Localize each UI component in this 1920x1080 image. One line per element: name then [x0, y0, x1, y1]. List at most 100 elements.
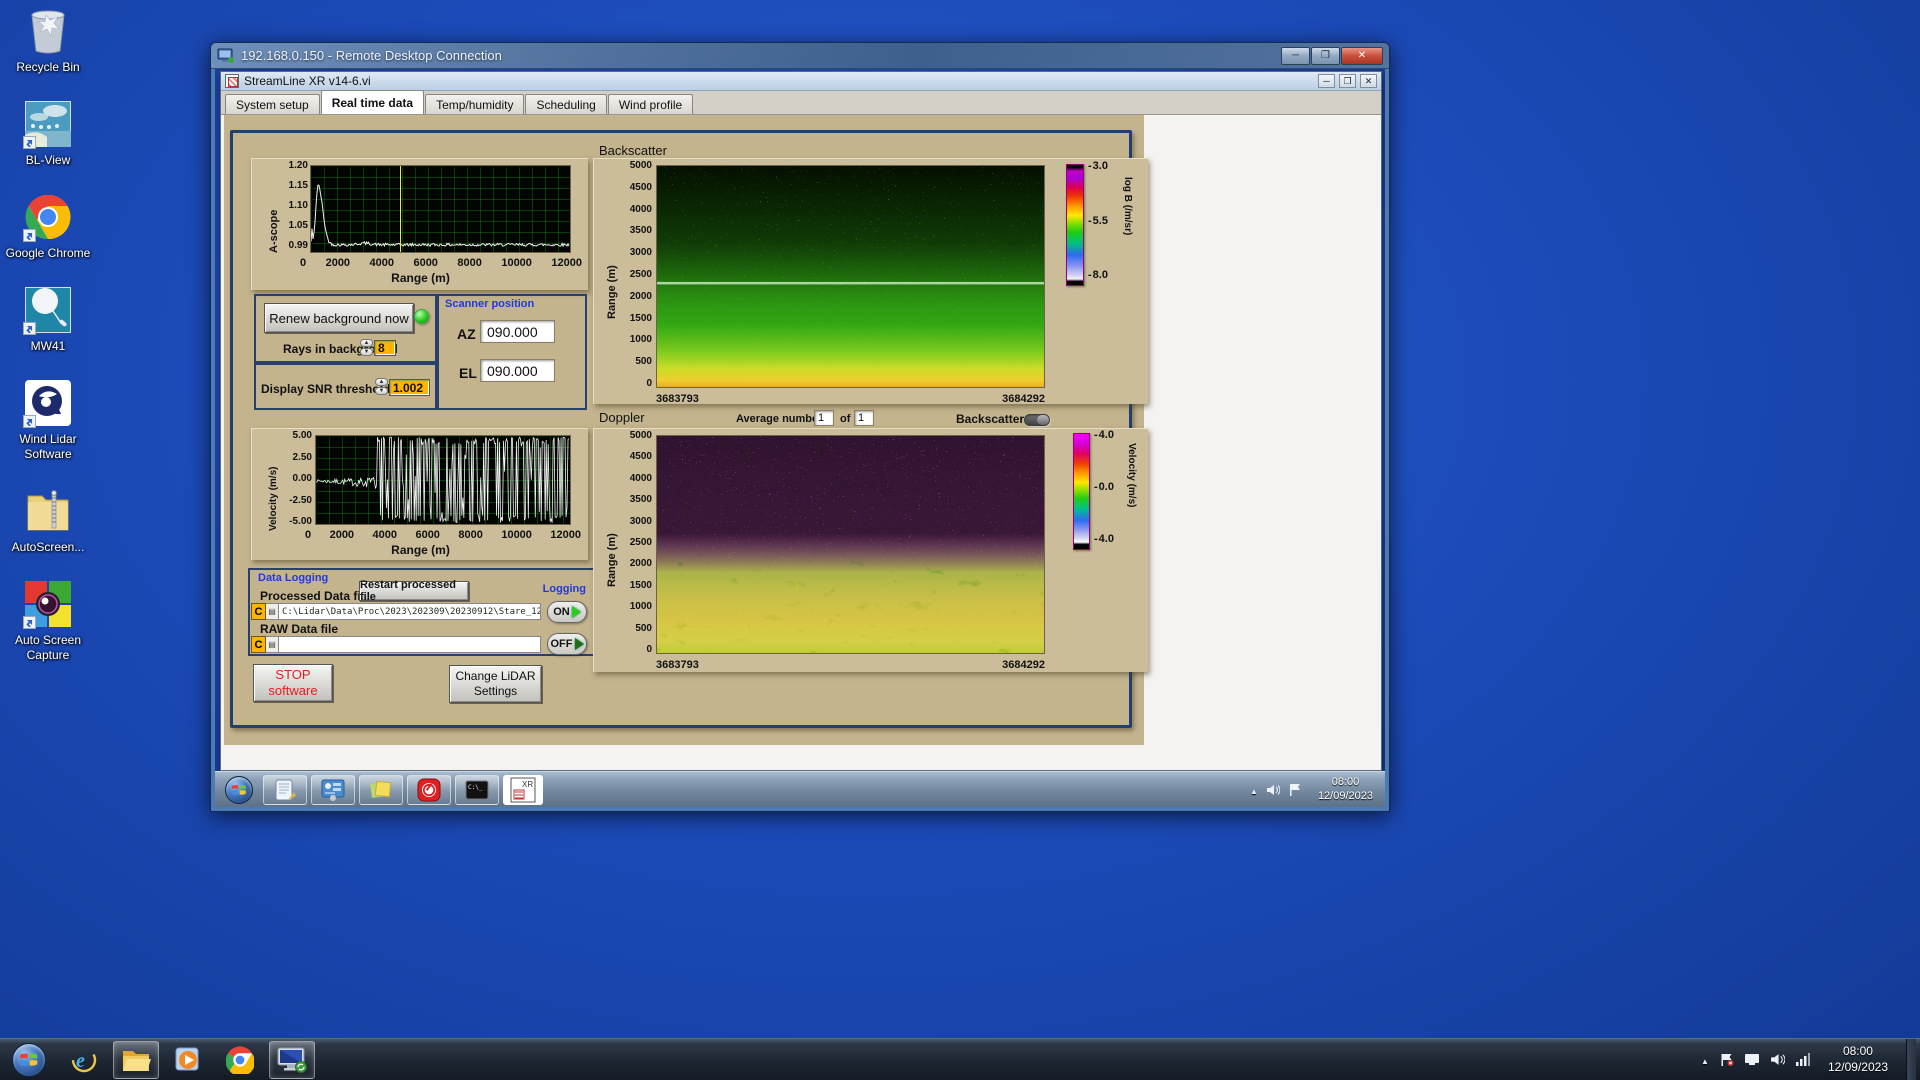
tab-real-time-data[interactable]: Real time data — [320, 90, 425, 114]
tick-label: 0 — [300, 257, 307, 269]
browse-icon[interactable]: ▤ — [266, 636, 279, 653]
average-number-field[interactable]: 1 — [814, 410, 834, 426]
action-center-flag-icon[interactable] — [1719, 1053, 1734, 1066]
wind-lidar-icon — [23, 378, 73, 428]
snr-label: Display SNR threshold — [261, 382, 391, 396]
tick-label: 8000 — [457, 257, 482, 269]
taskbar-media-player[interactable] — [165, 1041, 211, 1079]
remote-volume-icon[interactable] — [1266, 784, 1280, 796]
taskbar-remote-desktop[interactable] — [269, 1040, 315, 1079]
rays-value-field[interactable]: 8 — [374, 340, 396, 356]
tab-scheduling[interactable]: Scheduling — [525, 94, 607, 114]
rdp-app-icon — [217, 48, 234, 63]
backscatter-doppler-toggle[interactable] — [1024, 414, 1050, 426]
tick-label: 5000 — [629, 160, 652, 171]
desktop-icon-mw41[interactable]: MW41 — [2, 285, 94, 354]
raw-logging-off-button[interactable]: OFF — [547, 633, 587, 655]
doppler-graph: Range (m) 5000 4500 4000 3500 3000 2500 2000 15… — [593, 428, 1148, 672]
tick-label: 2.50 — [292, 451, 312, 463]
remote-start-button[interactable] — [225, 775, 253, 804]
tick-label: 1000 — [629, 601, 652, 613]
change-lidar-settings-button[interactable]: Change LiDAR Settings — [449, 665, 542, 703]
remote-taskbar-shutdown-tool[interactable] — [407, 774, 451, 805]
app-maximize-button[interactable] — [1339, 74, 1356, 88]
renew-background-button[interactable]: Renew background now — [264, 303, 414, 333]
desktop-icon-bl-view[interactable]: BL-View — [2, 99, 94, 168]
average-total-field[interactable]: 1 — [854, 410, 874, 426]
desktop-icon-autoscreen-zip[interactable]: AutoScreen... — [2, 486, 94, 555]
browse-icon[interactable]: ▤ — [266, 603, 279, 620]
remote-taskbar-command-prompt[interactable]: C:\_ — [455, 774, 499, 805]
tick-label: 4000 — [629, 472, 652, 484]
network-icon[interactable] — [1795, 1053, 1810, 1066]
host-taskbar: e 08:00 12/09/2023 — [0, 1038, 1920, 1080]
scanner-position-box: Scanner position AZ 090.000 EL 090.000 — [437, 294, 587, 410]
snr-spinner[interactable]: ▲ ▼ — [375, 378, 388, 395]
backscatter-heatmap — [656, 165, 1045, 388]
taskbar-internet-explorer[interactable]: e — [61, 1041, 107, 1079]
remote-taskbar-sticky-notes[interactable] — [359, 774, 403, 805]
shortcut-arrow-icon — [23, 136, 36, 149]
stop-software-button[interactable]: STOP software — [253, 664, 333, 702]
show-desktop-button[interactable] — [1906, 1039, 1916, 1080]
az-value-field[interactable]: 090.000 — [480, 320, 555, 343]
tab-wind-profile[interactable]: Wind profile — [607, 94, 694, 114]
tick-label: 4000 — [369, 257, 394, 269]
folder-icon — [123, 1050, 151, 1071]
tab-temp-humidity[interactable]: Temp/humidity — [425, 94, 525, 114]
raw-path-field[interactable] — [279, 636, 541, 653]
snr-box: Display SNR threshold ▲ ▼ 1.002 — [254, 363, 437, 410]
processed-logging-on-button[interactable]: ON — [547, 601, 587, 623]
velocity-plot-area — [315, 435, 571, 525]
tick-label: 3.0 — [1088, 161, 1108, 172]
start-button[interactable] — [12, 1042, 46, 1077]
command-prompt-icon: C:\_ — [465, 780, 489, 799]
backscatter-colorbar-title: log B (/m/sr) — [1122, 177, 1133, 236]
rdp-session-tray-icon[interactable] — [1744, 1053, 1760, 1066]
app-close-button[interactable] — [1360, 74, 1377, 88]
tab-strip: System setup Real time data Temp/humidit… — [221, 90, 1381, 115]
remote-clock[interactable]: 08:00 12/09/2023 — [1310, 776, 1381, 804]
rdp-close-button[interactable] — [1341, 46, 1383, 65]
desktop-icon-google-chrome[interactable]: Google Chrome — [2, 192, 94, 261]
tick-label: -2.50 — [289, 494, 312, 506]
power-icon — [417, 778, 441, 801]
taskbar-windows-explorer[interactable] — [113, 1040, 159, 1079]
snr-value-field[interactable]: 1.002 — [389, 379, 430, 396]
taskbar-chrome[interactable] — [217, 1041, 263, 1079]
app-minimize-button[interactable] — [1318, 74, 1335, 88]
tick-label: 0.99 — [288, 240, 308, 251]
tab-system-setup[interactable]: System setup — [225, 94, 320, 114]
chrome-icon — [23, 192, 73, 242]
desktop-icon-wind-lidar[interactable]: Wind Lidar Software — [2, 378, 94, 462]
raw-path-row: C ▤ — [251, 636, 541, 653]
tick-label: 2500 — [629, 268, 652, 280]
rdp-titlebar[interactable]: 192.168.0.150 - Remote Desktop Connectio… — [211, 43, 1389, 69]
ascope-cursor[interactable] — [400, 166, 401, 252]
remote-taskbar-streamline-xr[interactable]: XR — [503, 774, 543, 805]
mw41-icon — [23, 285, 73, 335]
app-titlebar[interactable]: StreamLine XR v14-6.vi — [221, 72, 1381, 91]
tick-label: 1000 — [629, 334, 652, 346]
remote-taskbar-notepad[interactable] — [263, 774, 307, 805]
velocity-x-axis-label: Range (m) — [391, 543, 450, 557]
rays-spinner[interactable]: ▲ ▼ — [360, 339, 373, 356]
volume-icon[interactable] — [1770, 1053, 1785, 1066]
drive-letter-badge[interactable]: C — [251, 636, 266, 653]
scanner-position-title: Scanner position — [445, 298, 535, 310]
desktop-icon-auto-screen-capture[interactable]: Auto Screen Capture — [2, 579, 94, 663]
remote-hidden-icons-chevron[interactable] — [1250, 783, 1258, 797]
remote-action-flag-icon[interactable] — [1288, 783, 1302, 796]
front-panel: A-scope 1.20 1.15 1.10 1.05 0.99 0 2000 4000 60… — [224, 115, 1148, 745]
host-clock[interactable]: 08:00 12/09/2023 — [1820, 1044, 1896, 1075]
desktop-icon-recycle-bin[interactable]: Recycle Bin — [2, 6, 94, 75]
hidden-icons-chevron[interactable] — [1701, 1053, 1709, 1067]
processed-path-field[interactable]: C:\Lidar\Data\Proc\2023\202309\20230912\… — [279, 603, 541, 620]
el-value-field[interactable]: 090.000 — [480, 359, 555, 382]
rdp-minimize-button[interactable] — [1281, 46, 1310, 65]
tick-label: 2000 — [329, 529, 355, 541]
drive-letter-badge[interactable]: C — [251, 603, 266, 620]
remote-taskbar-control-panel[interactable] — [311, 774, 355, 805]
rdp-maximize-button[interactable] — [1311, 46, 1340, 65]
restart-processed-file-button[interactable]: Restart processed file — [359, 579, 469, 603]
